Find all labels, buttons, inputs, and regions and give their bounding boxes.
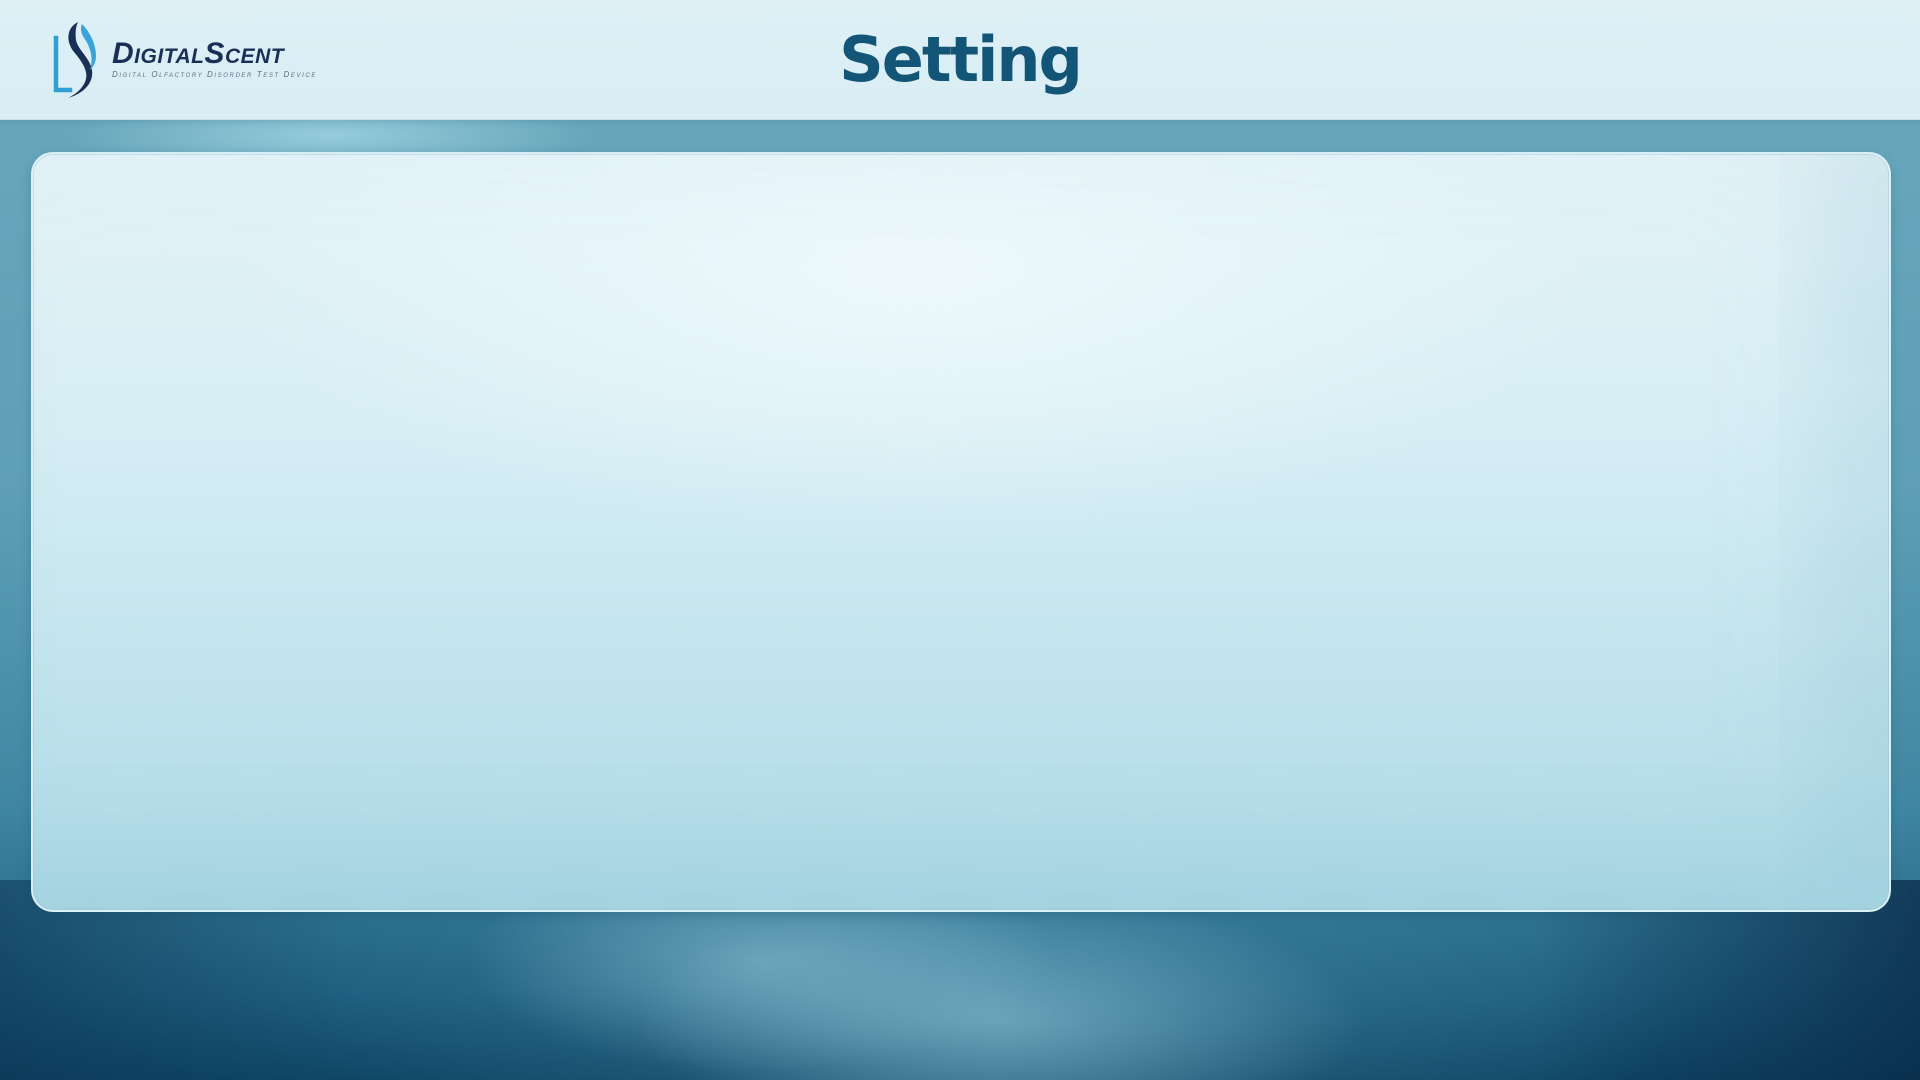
digitalscent-logo-icon [53,22,96,98]
page-title: Setting [839,23,1083,96]
brand-tagline: Digital Olfactory Disorder Test Device [112,70,317,79]
brand-name: DigitalScent [112,37,285,70]
top-header: DigitalScent Digital Olfactory Disorder … [0,0,1920,120]
logo: DigitalScent Digital Olfactory Disorder … [48,18,317,100]
logo-text: DigitalScent Digital Olfactory Disorder … [112,37,317,80]
settings-panel [31,152,1891,912]
